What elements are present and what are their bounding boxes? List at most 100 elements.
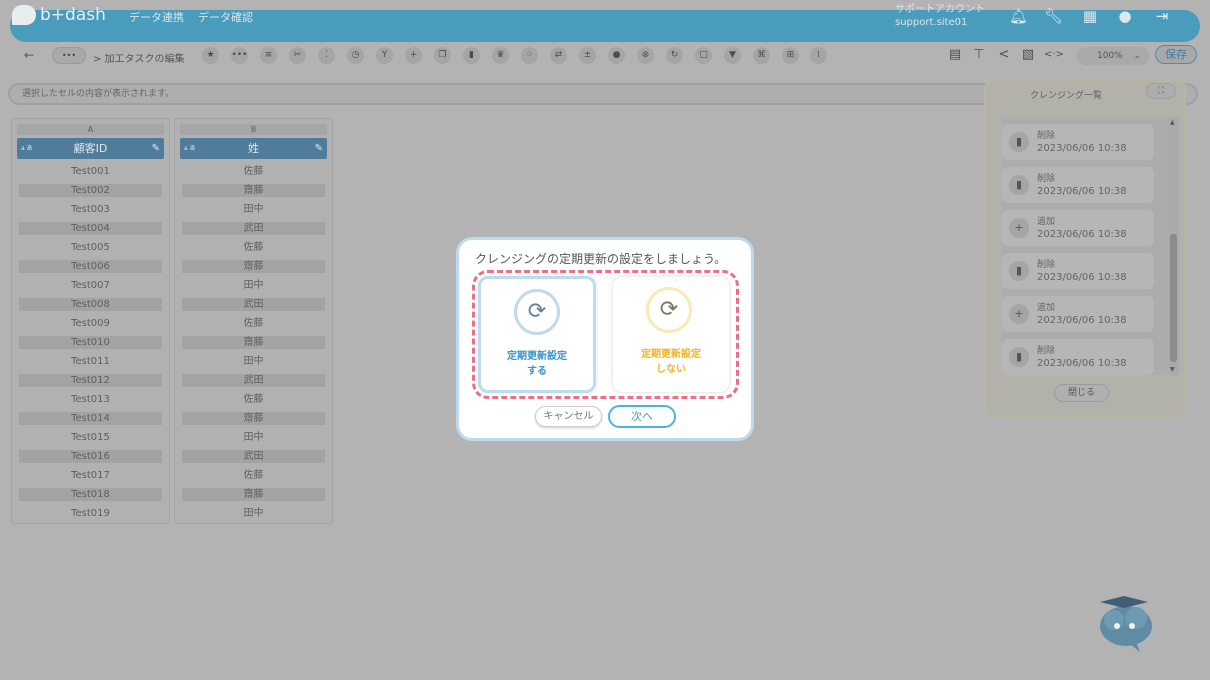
- text-icon[interactable]: ≡: [260, 47, 277, 64]
- table-cell[interactable]: 武田: [182, 450, 325, 463]
- table-cell[interactable]: 齋藤: [182, 412, 325, 425]
- close-panel-button[interactable]: 閉じる: [1054, 384, 1109, 402]
- cleansing-list-item[interactable]: ▮ 削除 2023/06/06 10:38: [1002, 124, 1154, 160]
- refresh-icon[interactable]: ↻: [666, 47, 683, 64]
- wrench-icon[interactable]: 🔧︎: [1044, 7, 1063, 25]
- zoom-select[interactable]: 100% ⌄: [1077, 47, 1149, 65]
- timer-icon[interactable]: ◷: [347, 47, 364, 64]
- bell-icon[interactable]: 🔔︎: [1009, 7, 1028, 25]
- cancel-circle-icon[interactable]: ⊗: [637, 47, 654, 64]
- chat-icon[interactable]: ●: [1116, 7, 1134, 25]
- next-button[interactable]: 次へ: [608, 405, 676, 428]
- save-button[interactable]: 保存: [1155, 45, 1197, 64]
- column-header[interactable]: a あ 顧客ID ✎: [17, 138, 164, 159]
- scroll-down-icon[interactable]: ▼: [1170, 366, 1175, 373]
- option-update-yes[interactable]: ⟳ 定期更新設定 する: [478, 276, 596, 393]
- cleansing-list-item[interactable]: ▮ 削除 2023/06/06 10:38: [1002, 253, 1154, 289]
- table-cell[interactable]: 武田: [182, 222, 325, 235]
- scroll-up-icon[interactable]: ▲: [1170, 119, 1175, 126]
- app-logo[interactable]: b+dash: [12, 5, 106, 25]
- table-cell[interactable]: Test013: [19, 393, 162, 406]
- table-cell[interactable]: Test016: [19, 450, 162, 463]
- pencil-icon[interactable]: ✎: [315, 138, 323, 159]
- scrollbar-thumb[interactable]: [1170, 234, 1177, 362]
- table-cell[interactable]: Test015: [19, 431, 162, 444]
- table-cell[interactable]: Test006: [19, 260, 162, 273]
- table-cell[interactable]: 田中: [182, 355, 325, 368]
- share-icon[interactable]: <: [996, 47, 1012, 63]
- table-cell[interactable]: Test019: [19, 507, 162, 520]
- column-letter[interactable]: A: [17, 124, 164, 135]
- table-cell[interactable]: Test001: [19, 165, 162, 178]
- star-icon[interactable]: ★: [202, 47, 219, 64]
- cleansing-list-item[interactable]: ▮ 削除 2023/06/06 10:38: [1002, 167, 1154, 203]
- nav-data-link[interactable]: データ連携: [129, 9, 184, 25]
- table-cell[interactable]: Test007: [19, 279, 162, 292]
- dots-icon[interactable]: •••: [231, 47, 248, 64]
- table-cell[interactable]: 田中: [182, 507, 325, 520]
- table-cell[interactable]: Test005: [19, 241, 162, 254]
- table-cell[interactable]: 齋藤: [182, 184, 325, 197]
- table-cell[interactable]: Test018: [19, 488, 162, 501]
- table-cell[interactable]: 田中: [182, 431, 325, 444]
- table-cell[interactable]: 齋藤: [182, 488, 325, 501]
- table-cell[interactable]: 佐藤: [182, 241, 325, 254]
- crown-icon[interactable]: ♛: [492, 47, 509, 64]
- merge-icon[interactable]: Y: [376, 47, 393, 64]
- box-icon[interactable]: ▢: [695, 47, 712, 64]
- table-cell[interactable]: Test009: [19, 317, 162, 330]
- code-bracket-icon[interactable]: <·>: [1044, 47, 1064, 63]
- table-cell[interactable]: Test017: [19, 469, 162, 482]
- more-button[interactable]: •••: [52, 47, 86, 64]
- trash-icon[interactable]: ▮: [463, 47, 480, 64]
- table-cell[interactable]: 佐藤: [182, 469, 325, 482]
- cleansing-list-item[interactable]: + 追加 2023/06/06 10:38: [1002, 296, 1154, 332]
- scissors-icon[interactable]: ✂: [289, 47, 306, 64]
- grid-icon[interactable]: ▦: [1081, 7, 1099, 25]
- column-split-icon[interactable]: ⁞: [810, 47, 827, 64]
- table-cell[interactable]: Test002: [19, 184, 162, 197]
- pencil-icon[interactable]: ✎: [152, 138, 160, 159]
- file-icon[interactable]: ▧: [1020, 47, 1036, 63]
- calc-icon[interactable]: ±: [579, 47, 596, 64]
- cancel-button[interactable]: キャンセル: [535, 406, 602, 427]
- table-cell[interactable]: 佐藤: [182, 317, 325, 330]
- nav-data-check[interactable]: データ確認: [198, 9, 253, 25]
- table-cell[interactable]: 田中: [182, 203, 325, 216]
- plus-icon[interactable]: +: [405, 47, 422, 64]
- apple-icon[interactable]: ●: [608, 47, 625, 64]
- table-cell[interactable]: Test008: [19, 298, 162, 311]
- tree-icon[interactable]: ⊤: [971, 47, 987, 63]
- mascot-icon[interactable]: [1096, 592, 1160, 654]
- back-button[interactable]: ←: [24, 48, 34, 62]
- table-cell[interactable]: 武田: [182, 374, 325, 387]
- column-letter[interactable]: B: [180, 124, 327, 135]
- table-cell[interactable]: Test014: [19, 412, 162, 425]
- option-update-no[interactable]: ⟳ 定期更新設定 しない: [612, 276, 730, 393]
- code-icon[interactable]: ⌘: [753, 47, 770, 64]
- table-cell[interactable]: Test012: [19, 374, 162, 387]
- table-cell[interactable]: 齋藤: [182, 336, 325, 349]
- cleansing-list-item[interactable]: ▮ 削除 2023/06/06 10:38: [1002, 339, 1154, 375]
- filter-icon[interactable]: ▼: [724, 47, 741, 64]
- table-cell[interactable]: 田中: [182, 279, 325, 292]
- swap-icon[interactable]: ⇄: [550, 47, 567, 64]
- table-cell[interactable]: 佐藤: [182, 165, 325, 178]
- table-cell[interactable]: 佐藤: [182, 393, 325, 406]
- cleansing-list[interactable]: ▮ 削除 2023/06/06 10:38 ▮ 削除 2023/06/06 10:38 + 追…: [1002, 117, 1180, 375]
- table-cell[interactable]: 武田: [182, 298, 325, 311]
- table-cell[interactable]: 齋藤: [182, 260, 325, 273]
- table-cell[interactable]: Test004: [19, 222, 162, 235]
- cleansing-list-item[interactable]: + 追加 2023/06/06 10:38: [1002, 210, 1154, 246]
- columns-icon[interactable]: ⁚: [318, 47, 335, 64]
- expand-icon[interactable]: ⛶: [1146, 83, 1176, 99]
- table-icon[interactable]: ⊞: [782, 47, 799, 64]
- account-info[interactable]: サポートアカウント support.site01: [895, 3, 985, 29]
- table-cell[interactable]: Test011: [19, 355, 162, 368]
- split-icon[interactable]: ⁘: [521, 47, 538, 64]
- logout-icon[interactable]: ⇥: [1153, 7, 1171, 25]
- copy-icon[interactable]: ❐: [434, 47, 451, 64]
- table-cell[interactable]: Test003: [19, 203, 162, 216]
- column-header[interactable]: a あ 姓 ✎: [180, 138, 327, 159]
- clipboard-icon[interactable]: ▤: [947, 47, 963, 63]
